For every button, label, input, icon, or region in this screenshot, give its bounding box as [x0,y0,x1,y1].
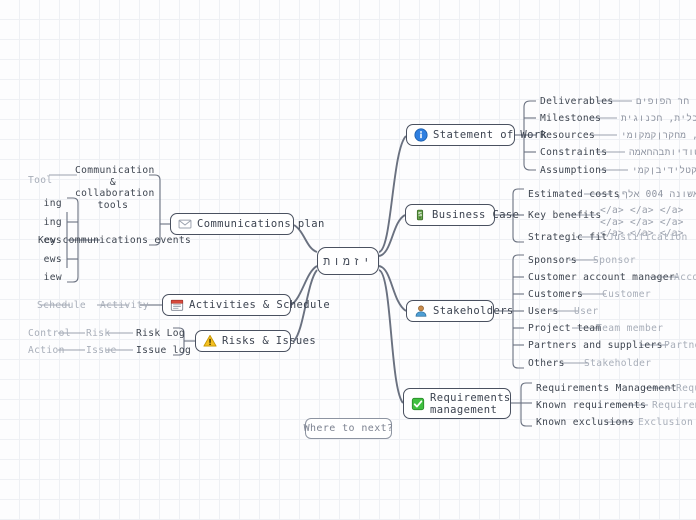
node-stakeholders[interactable]: Stakeholders [406,300,513,322]
sh-hint-sponsors: Sponsor [593,255,636,266]
center-node[interactable]: יזמות [317,247,379,275]
sh-child-sponsors[interactable]: Sponsors [528,255,577,266]
node-requirements-management-label: Requirements management [430,391,511,416]
sow-hint-milestones: פוק, כלכלית, חכנוגית [621,113,696,124]
node-statement-of-work-label: Statement of Work [433,129,548,141]
bc-hint-strategic-fit: Justification [608,232,688,243]
sow-hint-assumptions: כלהמדויקטלידיבןקמי [632,165,696,176]
ri-mid-issue[interactable]: Issue [86,345,117,356]
sh-child-project-team[interactable]: Project team [528,323,602,334]
bc-child-key-benefits[interactable]: Key benefits [528,210,602,221]
rm-child-known-exclusions[interactable]: Known exclusions [536,417,634,428]
warning-icon [203,334,217,347]
sh-hint-project-team: Team member [596,323,664,334]
sh-child-customers[interactable]: Customers [528,289,583,300]
cp-event-item-1[interactable]: ing [0,198,62,209]
sh-child-users[interactable]: Users [528,306,559,317]
check-icon [411,397,425,410]
cp-child-collab-tools[interactable]: Communication & collaboration tools [75,165,154,211]
sh-hint-customer-account-manager: Account manager [674,272,696,283]
cp-event-item-4[interactable]: ews [0,254,62,265]
rm-child-requirements-management[interactable]: Requirements Management [536,383,677,394]
sow-hint-resources: עודדין, מחקרןקמקומי [621,130,696,141]
rm-hint-known-requirements: Requirement [652,400,696,411]
cp-event-item-3[interactable]: ews [0,235,62,246]
node-stakeholders-label: Stakeholders [433,305,514,317]
sow-child-deliverables[interactable]: Deliverables [540,96,614,107]
where-to-next-label: Where to next? [303,422,394,434]
sh-hint-users: User [574,306,599,317]
node-activities-schedule[interactable]: Activities & Schedule [162,294,330,316]
sh-hint-partners-and-suppliers: Partner/Supplier [664,340,696,351]
bc-hint-estimated-costs: עלוחראשונה 400 אלף, [616,189,696,200]
calendar-icon [170,299,184,311]
sh-hint-others: Stakeholder [584,358,652,369]
rm-hint-known-exclusions: Exclusion [638,417,694,428]
where-to-next-node[interactable]: Where to next? [303,418,394,439]
ri-hint-action: Action [28,345,65,356]
cp-event-item-2[interactable]: ing [0,217,62,228]
sh-child-others[interactable]: Others [528,358,565,369]
as-child-activity[interactable]: Activity [100,300,149,311]
node-activities-schedule-label: Activities & Schedule [189,299,331,311]
node-risks-issues[interactable]: Risks & Issues [195,330,316,352]
center-node-label: יזמות [323,254,373,268]
sh-child-customer-account-manager[interactable]: Customer account manager [528,272,675,283]
sow-child-milestones[interactable]: Milestones [540,113,601,124]
rm-hint-requirements-management: Requirement [676,383,696,394]
node-requirements-management[interactable]: Requirements management [403,388,511,419]
node-business-case[interactable]: Business Case [405,204,519,226]
node-risks-issues-label: Risks & Issues [222,335,317,347]
ri-child-risk-log[interactable]: Risk Log [136,328,185,339]
money-icon [416,209,424,221]
cp-hint-tool: Tool [28,175,53,186]
info-icon [414,128,428,142]
sow-child-resources[interactable]: Resources [540,130,595,141]
bc-child-strategic-fit[interactable]: Strategic fit [528,232,608,243]
bc-child-estimated-costs[interactable]: Estimated costs [528,189,620,200]
ri-mid-risk[interactable]: Risk [86,328,111,339]
sow-child-assumptions[interactable]: Assumptions [540,165,607,176]
person-icon [415,305,427,317]
ri-hint-control: Control [28,328,71,339]
rm-child-known-requirements[interactable]: Known requirements [536,400,646,411]
sow-hint-constraints: מחקמסטודיותבהחאמה [629,147,696,158]
node-business-case-label: Business Case [432,209,520,221]
sh-child-partners-and-suppliers[interactable]: Partners and suppliers [528,340,663,351]
envelope-icon [178,219,192,229]
sow-hint-deliverables: חר הפופים [636,96,690,107]
sh-hint-customers: Customer [602,289,652,300]
node-communications-plan-label: Communications plan [197,218,325,230]
as-hint-schedule: Schedule [37,300,87,311]
node-statement-of-work[interactable]: Statement of Work [406,124,547,146]
node-communications-plan[interactable]: Communications plan [170,213,324,235]
sow-child-constraints[interactable]: Constraints [540,147,607,158]
cp-event-item-5[interactable]: iew [0,272,62,283]
mindmap-canvas[interactable]: יזמות Where to next? Statement of Work D… [0,0,696,520]
ri-child-issue-log[interactable]: Issue log [136,345,191,356]
